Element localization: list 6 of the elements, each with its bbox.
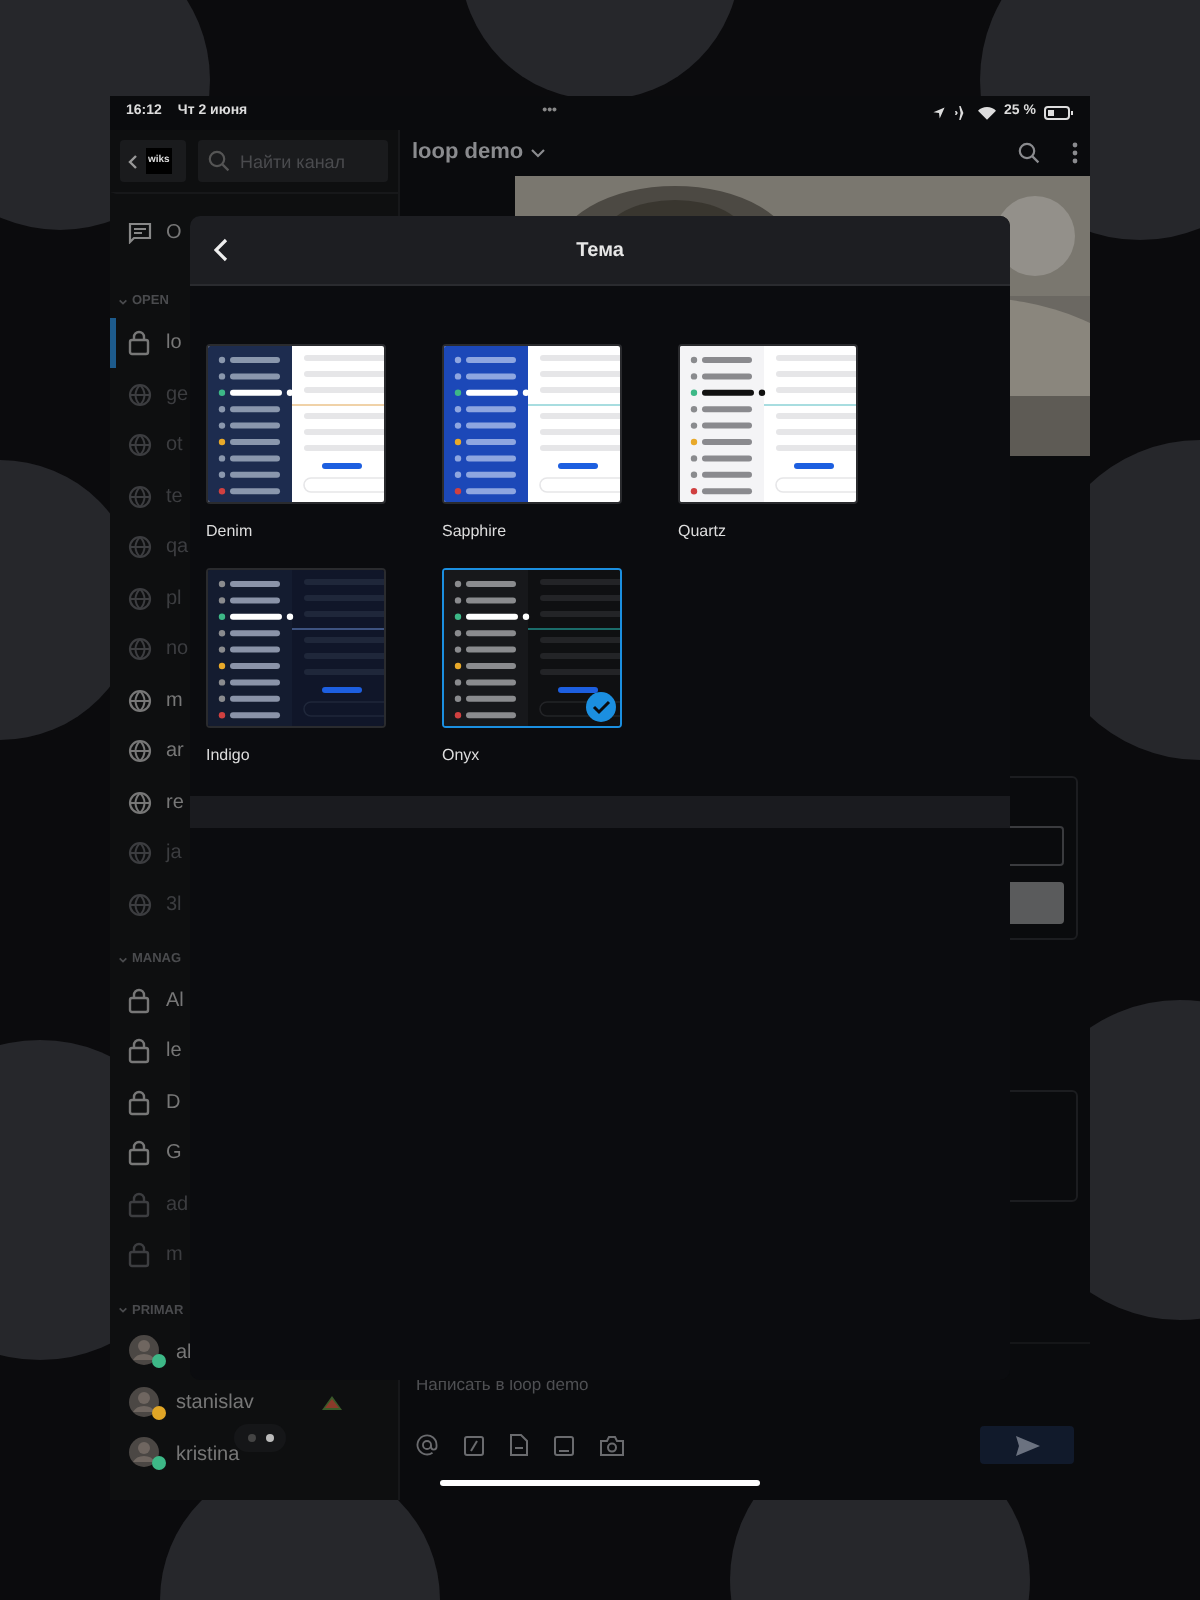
theme-name: Onyx [442,744,482,768]
theme-name: Denim [206,520,255,544]
dialog-title: Тема [574,237,626,265]
theme-name: Quartz [678,520,729,544]
theme-name: Sapphire [442,520,509,544]
theme-name: Indigo [206,744,252,768]
